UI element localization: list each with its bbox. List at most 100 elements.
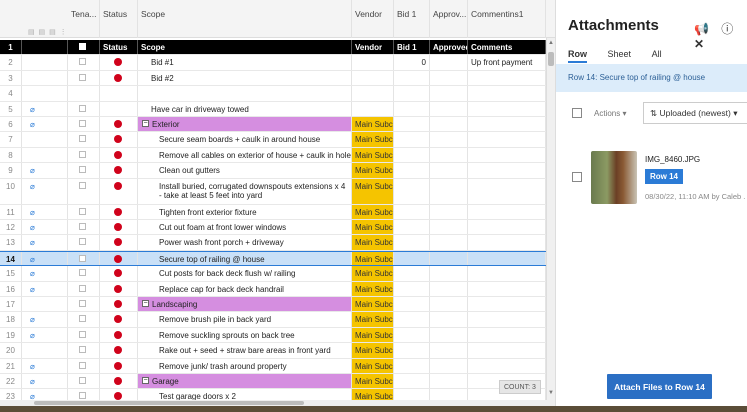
approved-cell[interactable] (430, 235, 468, 250)
scope-cell[interactable]: Tighten front exterior fixture (138, 204, 352, 219)
vendor-cell[interactable]: Main Subcc (352, 297, 394, 312)
checkbox-cell[interactable] (68, 101, 100, 116)
vendor-cell[interactable]: Main Subcc (352, 117, 394, 132)
checkbox[interactable] (79, 104, 86, 112)
bid1-cell[interactable] (394, 86, 430, 101)
checkbox[interactable] (79, 300, 86, 307)
approved-cell[interactable] (430, 343, 468, 358)
status-cell[interactable] (100, 327, 138, 343)
checkbox-cell[interactable] (68, 266, 100, 281)
checkbox-cell[interactable] (68, 70, 100, 86)
checkbox-cell[interactable] (68, 86, 100, 101)
checkbox[interactable] (79, 223, 86, 230)
bid1-cell[interactable] (394, 220, 430, 235)
checkbox[interactable] (79, 254, 86, 262)
sheet-grid[interactable]: ▤ ▤ ▤ ⋮ Tena... Status Scope Vendor Bid … (0, 0, 555, 412)
scope-cell[interactable]: Cut posts for back deck flush w/ railing (138, 266, 352, 281)
comments-cell[interactable] (468, 163, 546, 178)
approved-cell[interactable] (430, 281, 468, 296)
approved-cell[interactable] (430, 147, 468, 163)
scope-cell[interactable]: Clean out gutters (138, 163, 352, 178)
status-cell[interactable] (100, 358, 138, 373)
checkbox[interactable] (79, 269, 86, 277)
bid1-cell[interactable] (394, 101, 430, 116)
vendor-cell[interactable]: Main Subcc (352, 281, 394, 296)
scroll-thumb[interactable] (548, 52, 554, 66)
table-row[interactable]: 11 ⌀ Tighten front exterior fixture Main Su… (0, 204, 546, 220)
row-attach-cell[interactable]: ⌀ (22, 220, 68, 235)
scope-cell[interactable]: Remove junk/ trash around property (138, 358, 352, 373)
paperclip-icon[interactable]: ⌀ (30, 223, 35, 232)
comments-cell[interactable] (468, 70, 546, 86)
status-cell[interactable] (100, 343, 138, 358)
paperclip-icon[interactable]: ⌀ (30, 120, 35, 129)
vendor-cell[interactable]: Vendor (352, 40, 394, 55)
scope-cell[interactable]: − Exterior (138, 117, 352, 132)
paperclip-icon[interactable]: ⌀ (30, 208, 35, 217)
scope-cell[interactable]: Have car in driveway towed (138, 101, 352, 116)
scope-cell[interactable]: − Landscaping (138, 297, 352, 312)
row-attach-cell[interactable]: ⌀ (22, 374, 68, 389)
tab-all[interactable]: All (652, 49, 662, 61)
status-cell[interactable] (100, 117, 138, 132)
table-row[interactable]: 10 ⌀ Install buried, corrugated downspouts… (0, 178, 546, 205)
bid1-cell[interactable]: Bid 1 (394, 40, 430, 55)
status-cell[interactable] (100, 235, 138, 250)
table-row[interactable]: 3 Bid #2 (0, 70, 546, 87)
comments-cell[interactable] (468, 358, 546, 373)
table-row[interactable]: 14 ⌀ Secure top of railing @ house Main Sub… (0, 250, 546, 267)
scroll-down-icon[interactable]: ▼ (548, 390, 554, 396)
row-attach-cell[interactable] (22, 55, 68, 70)
approved-cell[interactable] (430, 117, 468, 132)
approved-cell[interactable] (430, 204, 468, 219)
vendor-cell[interactable] (352, 86, 394, 101)
vendor-cell[interactable]: Main Subcc (352, 163, 394, 178)
paperclip-icon[interactable]: ⌀ (30, 166, 35, 175)
row-attach-cell[interactable]: ⌀ (22, 327, 68, 343)
paperclip-icon[interactable]: ⌀ (30, 105, 35, 114)
scope-cell[interactable]: Bid #2 (138, 70, 352, 86)
table-row[interactable]: 22 ⌀ − Garage Main Subcc (0, 374, 546, 390)
vertical-scrollbar[interactable]: ▲ ▼ (546, 38, 555, 400)
checkbox[interactable] (79, 315, 86, 323)
checkbox[interactable] (79, 58, 86, 66)
collapse-icon[interactable]: − (142, 120, 149, 127)
table-row[interactable]: 4 (0, 86, 546, 102)
sort-dropdown[interactable]: ⇅ Uploaded (newest) ▾ (643, 102, 747, 124)
checkbox-cell[interactable] (68, 178, 100, 204)
bid1-cell[interactable] (394, 327, 430, 343)
bid1-cell[interactable] (394, 358, 430, 373)
scope-cell[interactable] (138, 86, 352, 101)
vendor-cell[interactable] (352, 55, 394, 70)
approved-cell[interactable] (430, 70, 468, 86)
bid1-cell[interactable] (394, 163, 430, 178)
scope-cell[interactable]: Secure seam boards + caulk in around hou… (138, 132, 352, 147)
col-header-approved[interactable]: Approv... (430, 0, 468, 38)
status-cell[interactable]: Status (100, 40, 138, 55)
scope-cell[interactable]: Install buried, corrugated downspouts ex… (138, 178, 352, 204)
status-cell[interactable] (100, 178, 138, 204)
row-attach-cell[interactable] (22, 86, 68, 101)
checkbox-cell[interactable] (68, 220, 100, 235)
vendor-cell[interactable] (352, 70, 394, 86)
approved-cell[interactable]: Approved (430, 40, 468, 55)
checkbox-cell[interactable] (68, 204, 100, 219)
megaphone-icon[interactable]: 📢 (694, 22, 709, 36)
vendor-cell[interactable]: Main Subcc (352, 343, 394, 358)
vendor-cell[interactable]: Main Subcc (352, 374, 394, 389)
checkbox-cell[interactable] (68, 235, 100, 250)
vendor-cell[interactable]: Main Subcc (352, 204, 394, 219)
row-attach-cell[interactable]: ⌀ (22, 204, 68, 219)
paperclip-icon[interactable]: ⌀ (30, 238, 35, 247)
checkbox[interactable] (79, 120, 86, 127)
bid1-cell[interactable] (394, 312, 430, 327)
status-cell[interactable] (100, 374, 138, 389)
status-cell[interactable] (100, 55, 138, 70)
checkbox-cell[interactable] (68, 312, 100, 327)
table-row[interactable]: 7 Secure seam boards + caulk in around ho… (0, 132, 546, 148)
row-badge[interactable]: Row 14 (645, 169, 684, 184)
table-row[interactable]: 5 ⌀ Have car in driveway towed (0, 101, 546, 117)
status-cell[interactable] (100, 204, 138, 219)
row-attach-cell[interactable]: ⌀ (22, 163, 68, 178)
col-header-vendor[interactable]: Vendor (352, 0, 394, 38)
